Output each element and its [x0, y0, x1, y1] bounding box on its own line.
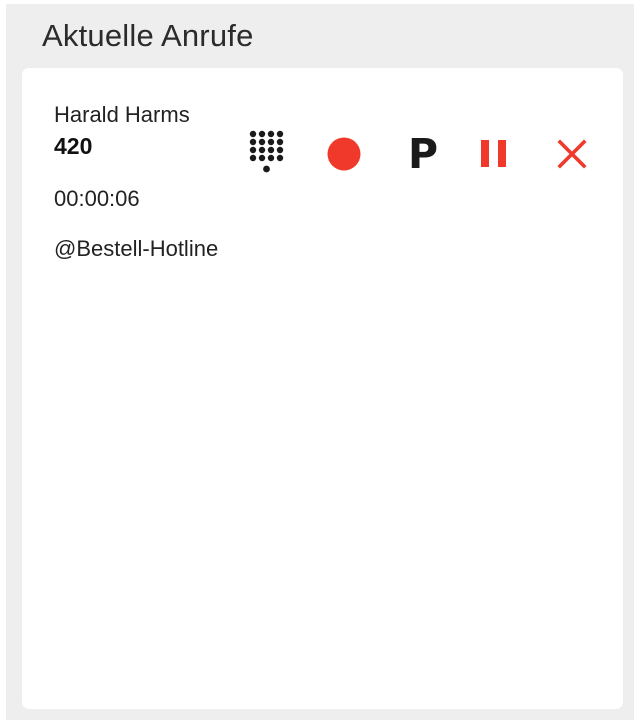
park-button[interactable]: P — [400, 130, 446, 178]
panel-title: Aktuelle Anrufe — [42, 18, 254, 53]
call-line: @Bestell-Hotline — [54, 236, 219, 261]
call-duration: 00:00:06 — [54, 186, 140, 211]
current-calls-panel: Aktuelle Anrufe Harald Harms 420 00:00:0… — [6, 4, 634, 720]
call-card: Harald Harms 420 00:00:06 @Bestell-Hotli… — [22, 68, 623, 709]
hold-button[interactable] — [474, 132, 514, 176]
caller-name: Harald Harms — [54, 102, 190, 127]
caller-extension: 420 — [54, 133, 93, 159]
dialpad-button[interactable] — [246, 128, 288, 180]
dialpad-icon — [249, 130, 284, 173]
park-label: P — [407, 129, 439, 178]
record-icon — [327, 137, 361, 171]
hangup-button[interactable] — [552, 134, 592, 174]
record-button[interactable] — [324, 134, 364, 174]
pause-icon — [481, 140, 506, 167]
close-icon — [557, 139, 587, 169]
